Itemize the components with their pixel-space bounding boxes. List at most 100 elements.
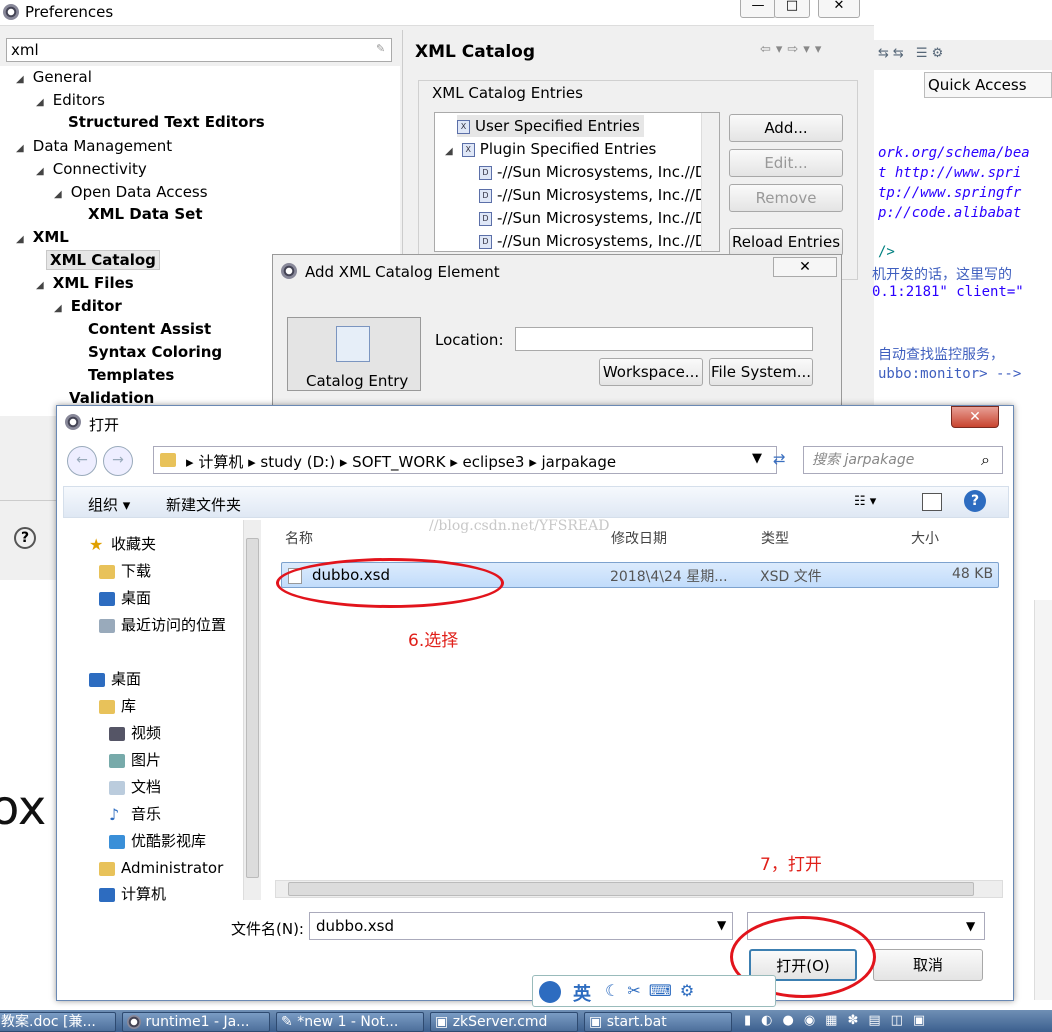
address-bar[interactable]: ▸ 计算机 ▸ study (D:) ▸ SOFT_WORK ▸ eclipse… <box>153 446 777 474</box>
location-label: Location: <box>435 331 504 349</box>
nav-recent-places[interactable]: 最近访问的位置 <box>99 615 226 635</box>
nav-desktop[interactable]: 桌面 <box>99 588 151 608</box>
add-catalog-dialog: Add XML Catalog Element ✕ Catalog Entry … <box>272 254 842 414</box>
folder-icon <box>160 453 176 467</box>
reload-entries-button[interactable]: Reload Entries <box>729 228 843 256</box>
task-item[interactable]: ▣ start.bat <box>584 1012 732 1032</box>
tree-item-data-management[interactable]: ◢ Data Management <box>16 136 172 159</box>
column-type[interactable]: 类型 <box>761 528 789 548</box>
tree-item-xml[interactable]: ◢ XML <box>16 227 69 250</box>
quick-access-field[interactable]: Quick Access <box>924 72 1052 98</box>
maximize-button[interactable]: □ <box>774 0 810 18</box>
filename-input[interactable]: dubbo.xsd <box>309 912 733 940</box>
help-icon[interactable]: ? <box>964 490 986 512</box>
tree-item-xml-files[interactable]: ◢ XML Files <box>36 273 134 296</box>
tree-item-editors[interactable]: ◢ Editors <box>36 90 105 113</box>
tree-item-connectivity[interactable]: ◢ Connectivity <box>36 159 147 182</box>
close-icon[interactable]: ✕ <box>773 257 837 277</box>
clear-filter-icon[interactable]: ✎ <box>376 42 385 55</box>
tree-item-xml-data-set[interactable]: XML Data Set <box>88 204 203 224</box>
close-window-button[interactable]: ✕ <box>818 0 860 18</box>
column-size[interactable]: 大小 <box>911 528 939 548</box>
new-folder-button[interactable]: 新建文件夹 <box>166 494 241 515</box>
task-item[interactable]: ▣ zkServer.cmd <box>430 1012 578 1032</box>
nav-documents[interactable]: 文档 <box>109 777 161 797</box>
task-item[interactable]: 教案.doc [兼... <box>0 1012 116 1032</box>
nav-videos[interactable]: 视频 <box>109 723 161 743</box>
column-date[interactable]: 修改日期 <box>611 528 667 548</box>
background-text: ox <box>0 780 47 836</box>
catalog-entry-item[interactable]: Catalog Entry <box>287 317 421 391</box>
close-button[interactable]: ✕ <box>951 406 999 428</box>
entry-item[interactable]: D -//Sun Microsystems, Inc.//D <box>479 230 706 251</box>
remove-button[interactable]: Remove <box>729 184 843 212</box>
tree-item-content-assist[interactable]: Content Assist <box>88 319 211 339</box>
code-line: 0.1:2181" client=" <box>872 284 1024 300</box>
editor-scrollbar[interactable] <box>1034 600 1052 1000</box>
dtd-file-icon: D <box>479 188 492 203</box>
add-catalog-title: Add XML Catalog Element <box>305 263 500 281</box>
help-icon[interactable]: ? <box>14 527 36 549</box>
cancel-button[interactable]: 取消 <box>873 949 983 981</box>
minimize-button[interactable]: — <box>740 0 776 18</box>
nav-music[interactable]: ♪ 音乐 <box>109 804 161 824</box>
dtd-file-icon: D <box>479 211 492 226</box>
ime-mode[interactable]: 英 <box>573 980 591 1006</box>
entry-user-specified[interactable]: X User Specified Entries <box>457 115 644 137</box>
back-icon[interactable]: ← <box>67 446 97 476</box>
ime-tool-icons[interactable]: ☾✂⌨⚙ <box>605 981 702 1000</box>
nav-pictures[interactable]: 图片 <box>109 750 161 770</box>
nav-downloads[interactable]: 下载 <box>99 561 151 581</box>
entry-plugin-specified[interactable]: ◢ X Plugin Specified Entries <box>445 138 656 163</box>
chevron-down-icon[interactable]: ▼ <box>966 919 975 933</box>
toolbar-icons[interactable]: ⇆⇆ ☰⚙ <box>878 46 947 61</box>
preview-pane-icon[interactable] <box>922 493 942 511</box>
entry-item[interactable]: D -//Sun Microsystems, Inc.//D <box>479 161 706 183</box>
tree-item-templates[interactable]: Templates <box>88 365 174 385</box>
nav-favorites[interactable]: ★ 收藏夹 <box>89 534 156 554</box>
workspace-button[interactable]: Workspace... <box>599 358 703 386</box>
location-input[interactable] <box>515 327 813 351</box>
tree-item-editor[interactable]: ◢ Editor <box>54 296 122 319</box>
catalog-entries-tree[interactable]: X User Specified Entries ◢ X Plugin Specif… <box>434 112 720 252</box>
nav-youku[interactable]: 优酷影视库 <box>109 831 206 851</box>
entries-scrollbar[interactable] <box>701 113 719 251</box>
tree-item-syntax-coloring[interactable]: Syntax Coloring <box>88 342 222 362</box>
organize-menu[interactable]: 组织 ▾ <box>88 494 130 515</box>
chevron-down-icon[interactable]: ▼ <box>717 918 726 932</box>
entry-item[interactable]: D -//Sun Microsystems, Inc.//D <box>479 207 706 229</box>
nav-back-forward-icon[interactable]: ⇦▾⇨▾▾ <box>760 42 826 57</box>
refresh-icon[interactable]: ⇄ <box>773 450 786 468</box>
tree-item-xml-catalog[interactable]: XML Catalog <box>46 250 160 270</box>
file-system-button[interactable]: File System... <box>709 358 813 386</box>
ime-logo-icon[interactable] <box>539 981 561 1003</box>
nav-computer[interactable]: 计算机 <box>99 884 166 904</box>
search-input[interactable]: 搜索 jarpakage <box>803 446 1003 474</box>
tree-item-general[interactable]: ◢ General <box>16 67 92 90</box>
tree-item-structured-text-editors[interactable]: Structured Text Editors <box>68 112 265 132</box>
file-list-scrollbar[interactable] <box>275 880 1003 898</box>
eclipse-gear-icon <box>65 414 81 430</box>
system-tray-icons[interactable]: ▮◐●◉▦✽▤◫▣ <box>744 1013 1052 1031</box>
nav-administrator[interactable]: Administrator <box>99 858 223 878</box>
forward-icon[interactable]: → <box>103 446 133 476</box>
task-item[interactable]: runtime1 - Ja... <box>122 1012 270 1032</box>
filter-input[interactable]: xml <box>6 38 392 62</box>
taskbar: 教案.doc [兼... runtime1 - Ja... ✎ *new 1 -… <box>0 1010 1052 1032</box>
add-button[interactable]: Add... <box>729 114 843 142</box>
breadcrumb: ▸ 计算机 ▸ study (D:) ▸ SOFT_WORK ▸ eclipse… <box>186 453 617 471</box>
file-date: 2018\4\24 星期... <box>610 569 728 585</box>
view-icon[interactable]: ☷ ▾ <box>854 494 876 509</box>
edit-button[interactable]: Edit... <box>729 149 843 177</box>
search-icon[interactable]: ⌕ <box>981 450 990 470</box>
tree-item-open-data-access[interactable]: ◢ Open Data Access <box>54 182 208 205</box>
task-item[interactable]: ✎ *new 1 - Not... <box>276 1012 424 1032</box>
nav-desktop-root[interactable]: 桌面 <box>89 669 141 689</box>
entry-item[interactable]: D -//Sun Microsystems, Inc.//D <box>479 184 706 206</box>
column-name[interactable]: 名称 <box>285 528 313 548</box>
nav-scrollbar[interactable] <box>243 520 261 900</box>
nav-libraries[interactable]: 库 <box>99 696 136 716</box>
chevron-down-icon[interactable]: ▼ <box>752 451 762 466</box>
eclipse-gear-icon <box>281 263 297 279</box>
dtd-file-icon: D <box>479 165 492 180</box>
